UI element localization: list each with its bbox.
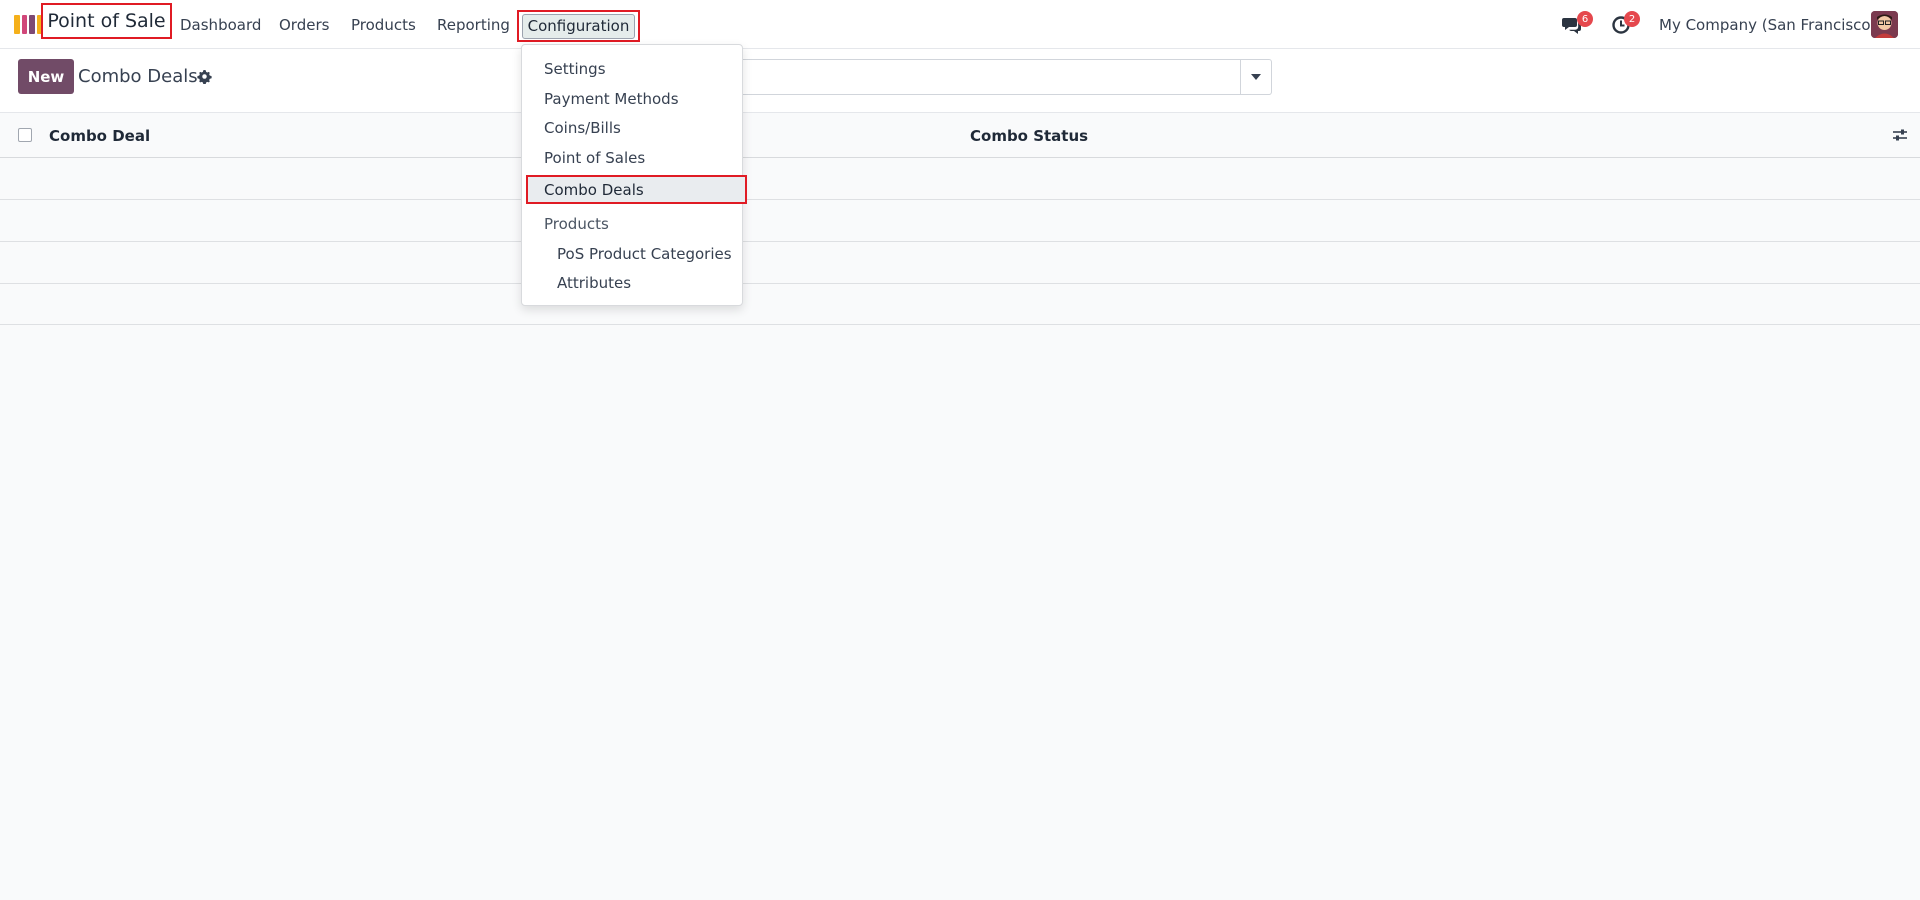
menu-dashboard[interactable]: Dashboard [180,0,261,49]
menu-products[interactable]: Products [351,0,416,49]
column-combo-status[interactable]: Combo Status [970,113,1088,158]
dropdown-item-payment-methods[interactable]: Payment Methods [522,85,742,113]
list-header: Combo Deal Combo Status [0,113,1920,158]
dropdown-section-products: Products [544,215,609,233]
menu-reporting[interactable]: Reporting [437,0,510,49]
search-input[interactable] [735,59,1240,95]
dropdown-item-point-of-sales[interactable]: Point of Sales [522,144,742,172]
table-row [0,242,1920,284]
optional-columns-icon[interactable] [1892,128,1908,142]
dropdown-item-settings[interactable]: Settings [522,55,742,83]
control-panel: New Combo Deals [0,49,1920,113]
caret-down-icon [1251,74,1261,80]
column-combo-deal[interactable]: Combo Deal [49,113,150,158]
gear-icon[interactable] [197,69,212,84]
page-title: Combo Deals [78,66,198,87]
table-row [0,158,1920,200]
app-name[interactable]: Point of Sale [41,3,172,39]
menu-orders[interactable]: Orders [279,0,329,49]
search-options-toggle[interactable] [1240,59,1272,95]
select-all-checkbox[interactable] [18,128,32,142]
dropdown-item-pos-product-categories[interactable]: PoS Product Categories [522,240,742,268]
company-switcher[interactable]: My Company (San Francisco) [1659,0,1876,49]
user-avatar[interactable] [1871,11,1898,38]
messages-badge: 6 [1577,11,1593,27]
menu-configuration-label: Configuration [522,13,635,39]
table-row [0,200,1920,242]
configuration-dropdown: Settings Payment Methods Coins/Bills Poi… [521,44,747,306]
dropdown-item-coins-bills[interactable]: Coins/Bills [522,114,742,142]
new-button[interactable]: New [18,59,74,94]
activities-badge: 2 [1624,11,1640,27]
dropdown-item-attributes[interactable]: Attributes [522,269,742,297]
top-navbar: Point of Sale Dashboard Orders Products … [0,0,1920,49]
pos-app-icon[interactable] [14,15,42,34]
menu-configuration[interactable]: Configuration [517,10,640,42]
dropdown-item-combo-deals[interactable]: Combo Deals [526,175,747,204]
table-row [0,283,1920,325]
